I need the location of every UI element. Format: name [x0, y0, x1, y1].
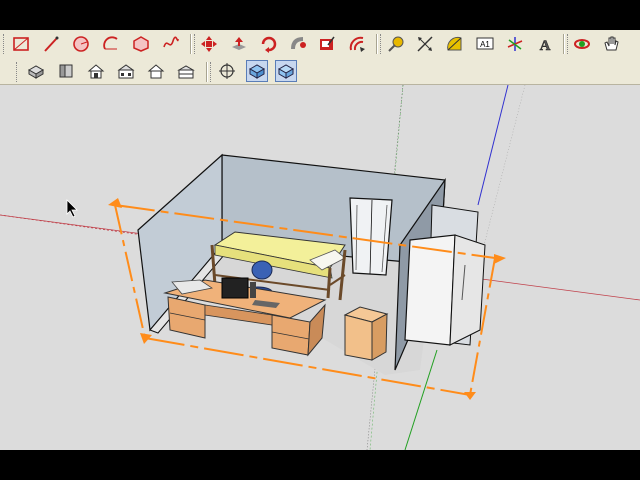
3d-text-glyph: A — [540, 38, 551, 53]
top-view-icon[interactable] — [55, 60, 77, 82]
status-bar — [0, 450, 640, 480]
rotate-tool-icon[interactable] — [258, 33, 280, 55]
tape-measure-tool-icon[interactable] — [385, 33, 407, 55]
protractor-tool-icon[interactable] — [444, 33, 466, 55]
toolbar-separator — [563, 34, 565, 54]
toolbar-separator — [376, 34, 378, 54]
shaded-style-icon[interactable] — [275, 60, 297, 82]
xray-icon[interactable] — [216, 60, 238, 82]
small-cabinet-front — [344, 314, 373, 361]
drawing-toolbar: A1 A — [0, 30, 640, 59]
move-tool-icon[interactable] — [198, 33, 220, 55]
toolbar-grip[interactable] — [380, 34, 384, 54]
wireframe-style-icon[interactable] — [246, 60, 268, 82]
mouse-cursor-icon — [66, 199, 78, 218]
toolbar-grip[interactable] — [210, 62, 214, 82]
toolbar-separator — [190, 34, 192, 54]
desk-left-cabinet — [167, 296, 206, 339]
back-view-icon[interactable] — [145, 60, 167, 82]
selection-corner-handle[interactable] — [108, 198, 122, 208]
toolbar-grip[interactable] — [3, 34, 7, 54]
blue-axis — [477, 85, 509, 206]
circle-tool-icon[interactable] — [70, 33, 92, 55]
desk-right-cabinet — [271, 314, 311, 356]
text-tool-glyph: A1 — [480, 40, 490, 49]
orbit-tool-icon[interactable] — [571, 33, 593, 55]
iso-view-icon[interactable] — [25, 60, 47, 82]
dimension-tool-icon[interactable] — [414, 33, 436, 55]
views-toolbar — [0, 58, 640, 85]
computer-monitor — [221, 277, 249, 299]
right-view-icon[interactable] — [115, 60, 137, 82]
window-title-bar — [0, 0, 640, 30]
pan-tool-icon[interactable] — [600, 33, 622, 55]
toolbar-grip[interactable] — [16, 62, 20, 82]
model-viewport[interactable] — [0, 85, 640, 450]
follow-me-tool-icon[interactable] — [288, 33, 310, 55]
push-pull-tool-icon[interactable] — [228, 33, 250, 55]
bed-post-3 — [326, 267, 332, 299]
axes-tool-icon[interactable] — [504, 33, 526, 55]
scale-tool-icon[interactable] — [316, 33, 338, 55]
computer-tower — [250, 282, 256, 298]
scene-drawing — [0, 85, 640, 450]
rectangle-tool-icon[interactable] — [10, 33, 32, 55]
small-cabinet-side — [371, 313, 388, 361]
freehand-tool-icon[interactable] — [160, 33, 182, 55]
desk-chair-back — [251, 260, 273, 280]
selection-corner-handle-3[interactable] — [464, 392, 476, 400]
offset-tool-icon[interactable] — [346, 33, 368, 55]
polygon-tool-icon[interactable] — [130, 33, 152, 55]
line-tool-icon[interactable] — [40, 33, 62, 55]
refrigerator-side — [449, 234, 486, 346]
3d-text-tool-icon[interactable]: A — [534, 33, 556, 55]
toolbar-separator — [206, 62, 208, 82]
front-view-icon[interactable] — [85, 60, 107, 82]
text-tool-icon[interactable]: A1 — [474, 33, 496, 55]
left-view-icon[interactable] — [175, 60, 197, 82]
arc-tool-icon[interactable] — [100, 33, 122, 55]
selection-box-left — [114, 204, 146, 339]
selection-corner-handle-4[interactable] — [494, 254, 506, 264]
